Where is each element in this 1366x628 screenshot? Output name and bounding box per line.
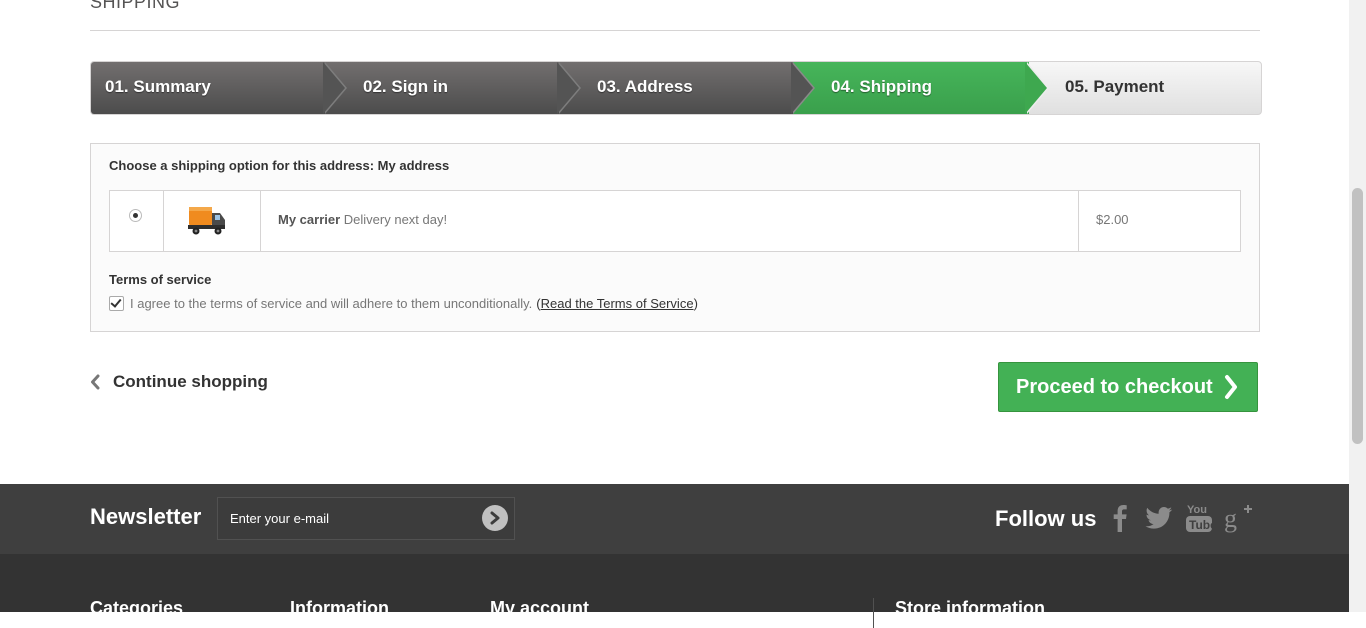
terms-title: Terms of service bbox=[109, 272, 212, 287]
carrier-price-cell: $2.00 bbox=[1079, 191, 1240, 251]
carrier-price: $2.00 bbox=[1096, 212, 1129, 227]
terms-agree-text: I agree to the terms of service and will… bbox=[130, 296, 533, 311]
page-scrollbar[interactable] bbox=[1349, 0, 1366, 612]
carrier-row[interactable]: My carrier Delivery next day! $2.00 bbox=[109, 190, 1241, 252]
footer-divider bbox=[873, 598, 874, 628]
footer-categories-title[interactable]: Categories bbox=[90, 598, 183, 619]
carrier-radio[interactable] bbox=[129, 209, 142, 222]
newsletter-submit-button[interactable] bbox=[482, 505, 508, 531]
terms-checkbox[interactable] bbox=[109, 296, 124, 311]
scrollbar-thumb[interactable] bbox=[1352, 188, 1363, 444]
google-plus-icon[interactable]: g bbox=[1224, 502, 1254, 534]
newsletter-email-input[interactable]: Enter your e-mail bbox=[217, 497, 515, 540]
newsletter-title: Newsletter bbox=[90, 504, 202, 529]
continue-shopping-label: Continue shopping bbox=[113, 372, 268, 391]
footer-top: Newsletter Enter your e-mail Follow us Y… bbox=[0, 484, 1349, 554]
continue-shopping-link[interactable]: Continue shopping bbox=[90, 372, 268, 392]
arrow-right-icon bbox=[490, 511, 500, 525]
step-sign-in[interactable]: 02. Sign in bbox=[325, 62, 561, 114]
carrier-info-cell: My carrier Delivery next day! bbox=[261, 191, 1079, 251]
step-shipping: 04. Shipping bbox=[793, 62, 1029, 114]
step-address[interactable]: 03. Address bbox=[559, 62, 795, 114]
chevron-left-icon bbox=[91, 374, 100, 390]
facebook-icon[interactable] bbox=[1105, 502, 1135, 534]
terms-agreement: I agree to the terms of service and will… bbox=[109, 296, 698, 311]
checkout-steps: 01. Summary 02. Sign in 03. Address 04. … bbox=[90, 61, 1262, 115]
chevron-right-icon bbox=[1225, 375, 1237, 399]
follow-us-title: Follow us bbox=[995, 506, 1097, 531]
delivery-options: Choose a shipping option for this addres… bbox=[90, 143, 1260, 332]
youtube-icon[interactable]: You Tube bbox=[1184, 502, 1214, 534]
page-title: SHIPPING bbox=[90, 0, 1260, 31]
checkout-label: Proceed to checkout bbox=[1016, 375, 1213, 398]
footer-my-account-title[interactable]: My account bbox=[490, 598, 589, 619]
step-summary[interactable]: 01. Summary bbox=[91, 62, 327, 114]
svg-text:Tube: Tube bbox=[1189, 518, 1213, 532]
footer-store-information-title: Store information bbox=[895, 598, 1046, 618]
carrier-radio-cell bbox=[110, 191, 164, 251]
svg-text:You: You bbox=[1187, 504, 1207, 516]
terms-close-paren: ) bbox=[693, 296, 698, 311]
svg-text:g: g bbox=[1224, 504, 1237, 533]
proceed-to-checkout-button[interactable]: Proceed to checkout bbox=[998, 362, 1258, 412]
carrier-name: My carrier bbox=[278, 212, 341, 227]
delivery-truck-icon bbox=[188, 207, 225, 235]
footer-bottom: Categories Information My account Store … bbox=[0, 554, 1349, 628]
terms-link[interactable]: Read the Terms of Service bbox=[541, 296, 694, 311]
carrier-logo-cell bbox=[164, 191, 261, 251]
delivery-options-title: Choose a shipping option for this addres… bbox=[109, 158, 450, 173]
footer-information-title[interactable]: Information bbox=[290, 598, 389, 619]
step-payment: 05. Payment bbox=[1065, 77, 1165, 96]
carrier-delay: Delivery next day! bbox=[343, 212, 448, 227]
twitter-icon[interactable] bbox=[1144, 502, 1174, 534]
